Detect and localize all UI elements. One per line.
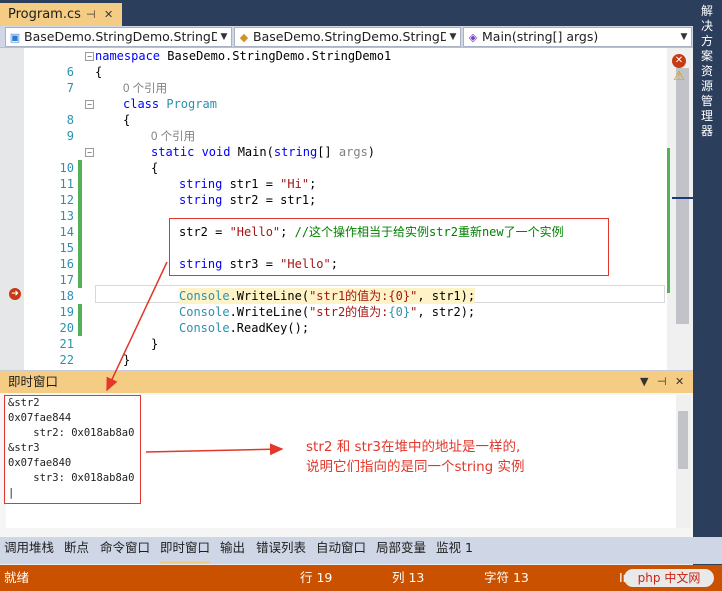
annotation-arrows bbox=[106, 261, 284, 456]
tab-locals[interactable]: 局部变量 bbox=[376, 537, 426, 564]
arrow-to-annotation bbox=[145, 443, 284, 456]
error-icon[interactable]: ✕ bbox=[672, 54, 686, 68]
tab-autos[interactable]: 自动窗口 bbox=[316, 537, 366, 564]
tab-immediate-window[interactable]: 即时窗口 bbox=[160, 537, 211, 564]
tab-watch-1[interactable]: 监视 1 bbox=[436, 537, 473, 564]
watermark-logo: php 中文网 bbox=[624, 569, 714, 587]
status-ready: 就绪 bbox=[4, 570, 30, 585]
ide-window: Program.cs ⊣ ✕ ▣ BaseDemo.StringDemo.Stri… bbox=[0, 0, 722, 591]
tab-command-window[interactable]: 命令窗口 bbox=[100, 537, 150, 564]
status-row: 行 19 bbox=[300, 570, 333, 585]
tab-breakpoints[interactable]: 断点 bbox=[64, 537, 89, 564]
warning-icon[interactable]: ⚠ bbox=[671, 70, 687, 84]
tab-error-list[interactable]: 错误列表 bbox=[256, 537, 306, 564]
status-column: 列 13 bbox=[392, 570, 425, 585]
status-character: 字符 13 bbox=[484, 570, 529, 585]
status-bar: 就绪 行 19 列 13 字符 13 Ins bbox=[0, 565, 722, 591]
bottom-tool-tabs: 调用堆栈 断点 命令窗口 即时窗口 输出 错误列表 自动窗口 局部变量 监视 1 bbox=[0, 537, 722, 564]
arrow-to-immediate bbox=[106, 261, 168, 392]
tab-call-stack[interactable]: 调用堆栈 bbox=[4, 537, 54, 564]
tab-output[interactable]: 输出 bbox=[220, 537, 245, 564]
